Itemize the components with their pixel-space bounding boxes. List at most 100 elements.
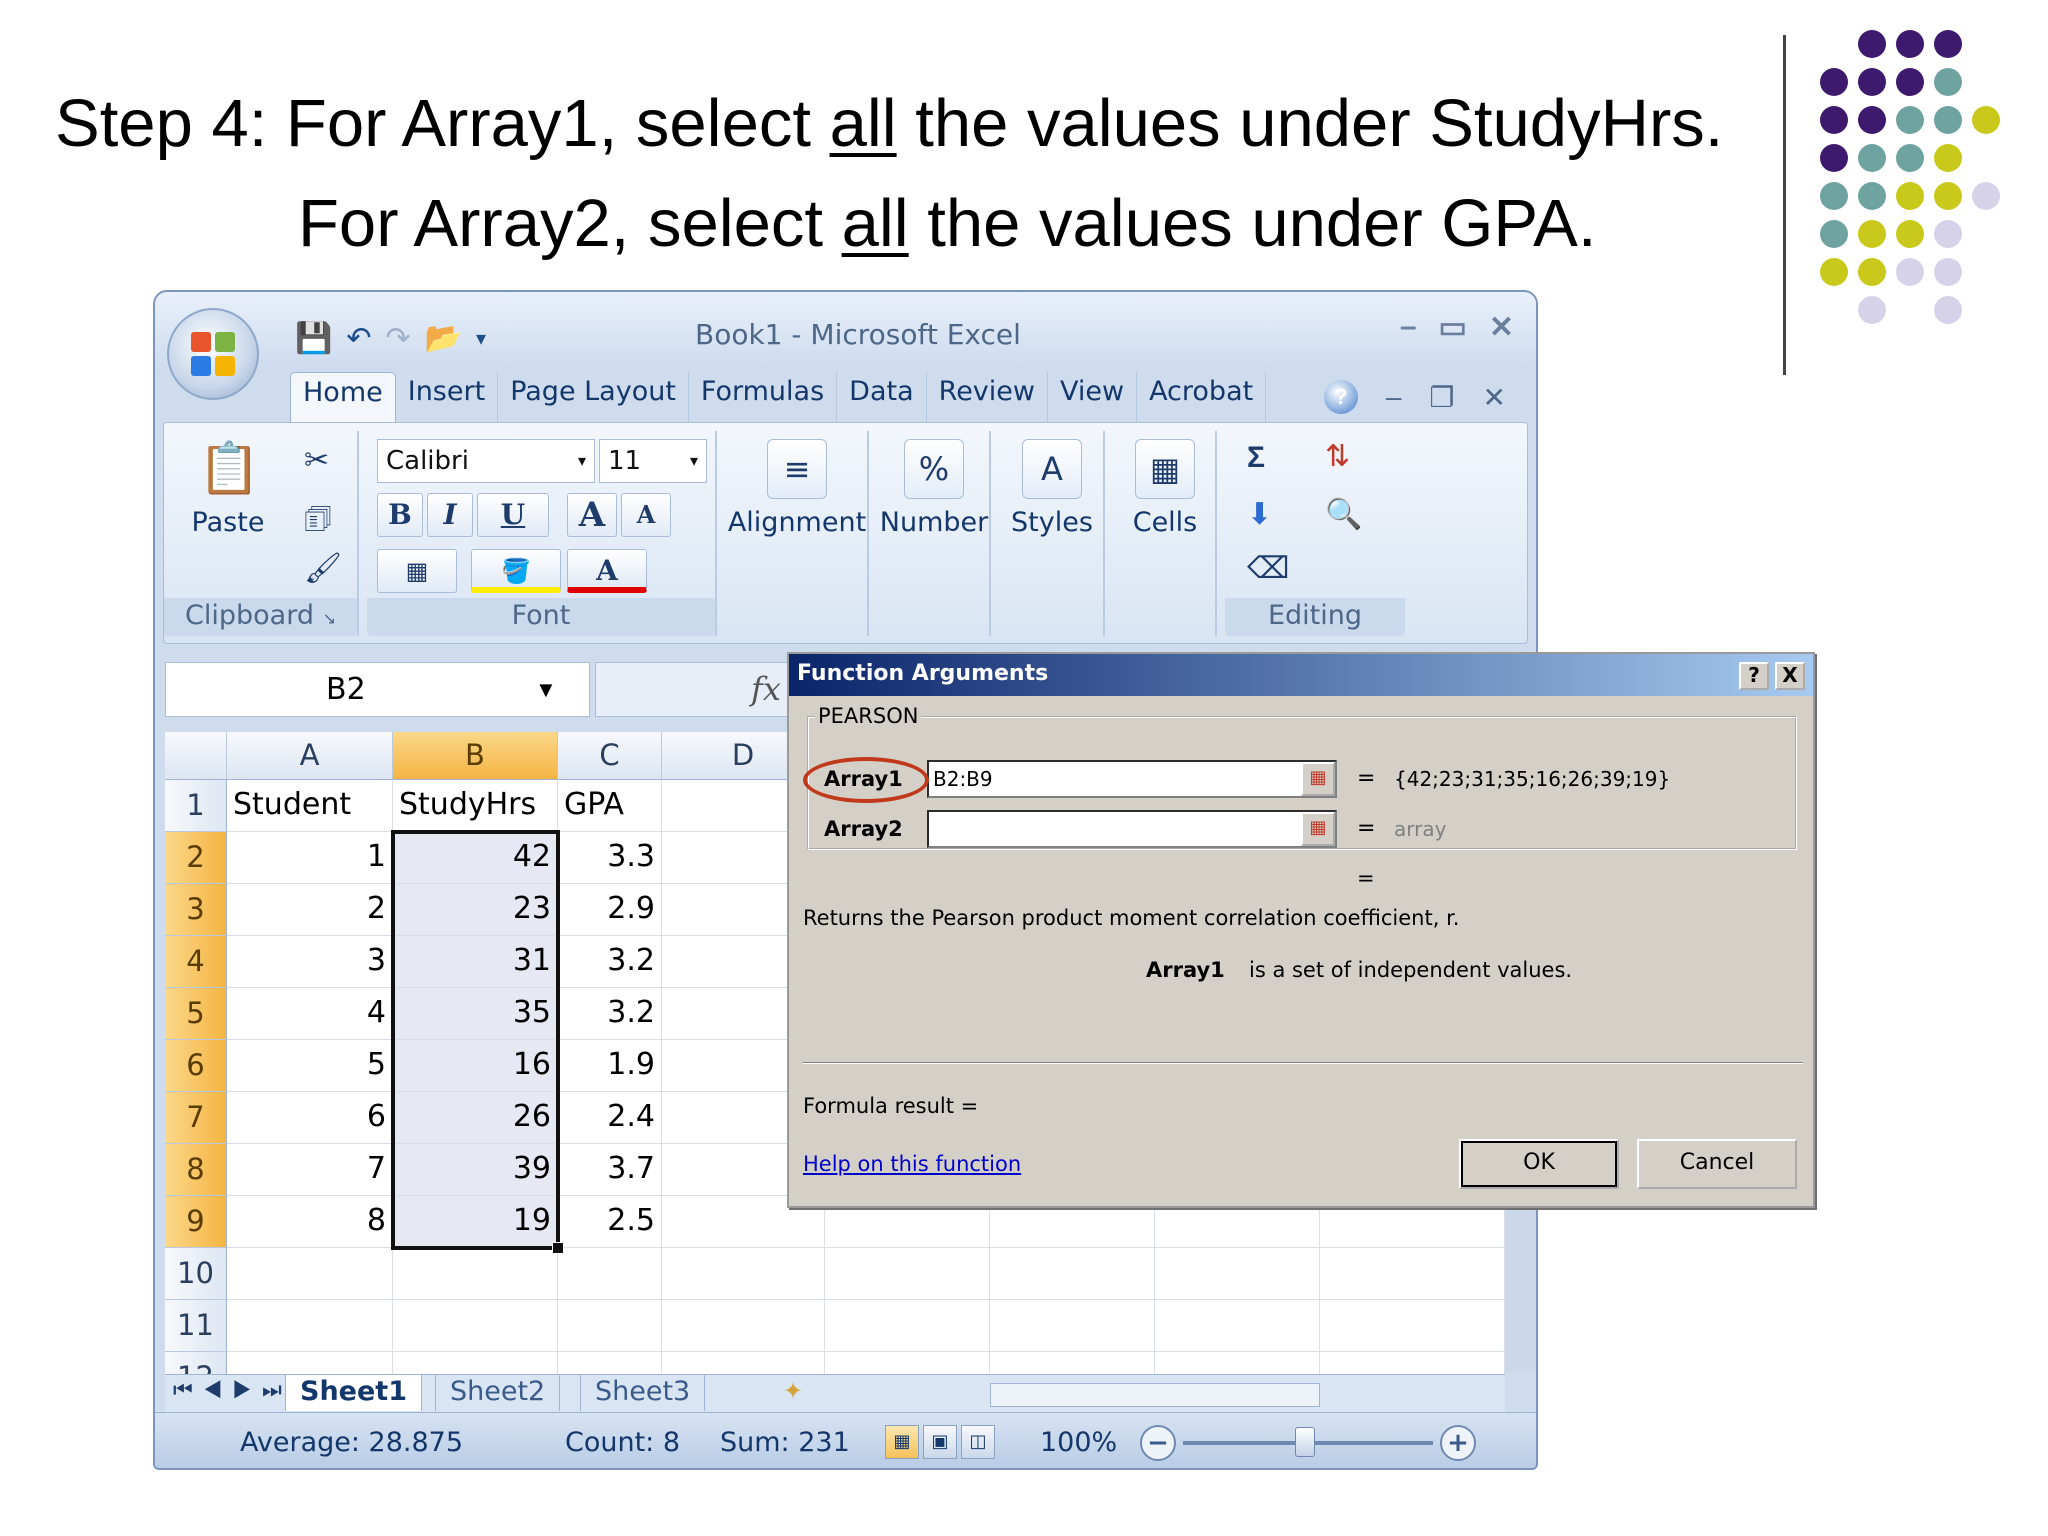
sheet-tab-sheet2[interactable]: Sheet2 <box>435 1375 561 1411</box>
cell-studyhrs[interactable]: 19 <box>393 1196 558 1248</box>
cell[interactable] <box>825 1300 990 1352</box>
collapse-dialog-icon[interactable]: ▦ <box>1301 762 1335 796</box>
fill-handle[interactable] <box>552 1242 564 1254</box>
select-all-corner[interactable] <box>165 732 227 780</box>
cell-gpa[interactable]: 1.9 <box>558 1040 662 1092</box>
undo-icon[interactable]: ↶ <box>346 321 371 356</box>
row-header-4[interactable]: 4 <box>165 936 227 988</box>
page-layout-view-icon[interactable]: ▣ <box>923 1425 957 1459</box>
tab-acrobat[interactable]: Acrobat <box>1137 372 1267 422</box>
font-name-select[interactable]: Calibri ▾ <box>377 439 595 483</box>
cell[interactable] <box>662 1248 825 1300</box>
row-header-9[interactable]: 9 <box>165 1196 227 1248</box>
sort-filter-icon[interactable]: ⇅ <box>1325 439 1350 474</box>
cell-studyhrs[interactable]: 42 <box>393 832 558 884</box>
cell[interactable] <box>1320 1300 1505 1352</box>
close-workbook-icon[interactable]: ✕ <box>1483 381 1506 414</box>
normal-view-icon[interactable]: ▦ <box>885 1425 919 1459</box>
dialog-launcher-icon[interactable]: ↘ <box>323 609 336 628</box>
cell[interactable] <box>662 1300 825 1352</box>
header-cell-gpa[interactable]: GPA <box>558 780 662 832</box>
cell[interactable] <box>558 1300 662 1352</box>
redo-icon[interactable]: ↷ <box>386 321 411 356</box>
cell-student[interactable]: 3 <box>227 936 393 988</box>
dialog-close-button[interactable]: X <box>1775 662 1805 690</box>
help-link[interactable]: Help on this function <box>803 1152 1021 1176</box>
fill-color-button[interactable]: 🪣 <box>471 549 561 593</box>
borders-button[interactable]: ▦ <box>377 549 457 593</box>
cell[interactable] <box>1155 1300 1320 1352</box>
row-header-3[interactable]: 3 <box>165 884 227 936</box>
tab-home[interactable]: Home <box>290 372 396 422</box>
cell-gpa[interactable]: 3.2 <box>558 936 662 988</box>
cell-gpa[interactable]: 3.7 <box>558 1144 662 1196</box>
row-header-7[interactable]: 7 <box>165 1092 227 1144</box>
array2-input[interactable] <box>927 810 1337 848</box>
cell-gpa[interactable]: 2.4 <box>558 1092 662 1144</box>
customize-toolbar-icon[interactable]: ▾ <box>476 326 486 351</box>
font-color-button[interactable]: A <box>567 549 647 593</box>
cell-studyhrs[interactable]: 35 <box>393 988 558 1040</box>
close-icon[interactable]: ✕ <box>1489 310 1514 345</box>
column-header-c[interactable]: C <box>558 732 662 780</box>
zoom-in-icon[interactable]: + <box>1440 1425 1476 1461</box>
row-header-1[interactable]: 1 <box>165 780 227 832</box>
row-header-11[interactable]: 11 <box>165 1300 227 1352</box>
copy-icon[interactable]: 🗊 <box>304 497 332 548</box>
tab-view[interactable]: View <box>1048 372 1138 422</box>
fill-icon[interactable]: ⬇ <box>1247 497 1272 532</box>
underline-button[interactable]: U <box>477 493 549 537</box>
horizontal-scrollbar[interactable] <box>990 1383 1320 1407</box>
cell-gpa[interactable]: 2.9 <box>558 884 662 936</box>
maximize-icon[interactable]: ▭ <box>1439 310 1467 345</box>
sheet-tab-sheet3[interactable]: Sheet3 <box>580 1375 706 1411</box>
font-size-select[interactable]: 11 ▾ <box>599 439 707 483</box>
array1-input[interactable]: B2:B9 <box>927 760 1337 798</box>
tab-page-layout[interactable]: Page Layout <box>498 372 689 422</box>
open-folder-icon[interactable]: 📂 <box>425 321 462 356</box>
cell[interactable] <box>558 1248 662 1300</box>
collapse-dialog-icon[interactable]: ▦ <box>1301 812 1335 846</box>
cell-studyhrs[interactable]: 16 <box>393 1040 558 1092</box>
format-painter-icon[interactable]: 🖌 <box>304 551 342 586</box>
cell[interactable] <box>990 1248 1155 1300</box>
ok-button[interactable]: OK <box>1459 1139 1619 1189</box>
sheet-tab-sheet1[interactable]: Sheet1 <box>285 1375 422 1411</box>
tab-insert[interactable]: Insert <box>396 372 499 422</box>
row-header-5[interactable]: 5 <box>165 988 227 1040</box>
cell-student[interactable]: 6 <box>227 1092 393 1144</box>
row-header-8[interactable]: 8 <box>165 1144 227 1196</box>
chevron-down-icon[interactable]: ▼ <box>535 677 557 703</box>
cell[interactable] <box>825 1248 990 1300</box>
cell-studyhrs[interactable]: 31 <box>393 936 558 988</box>
cell-student[interactable]: 7 <box>227 1144 393 1196</box>
insert-function-icon[interactable]: fx <box>751 670 781 708</box>
cell[interactable] <box>227 1300 393 1352</box>
sheet-nav-arrows-icon[interactable]: ⏮◀▶⏭ <box>173 1377 292 1403</box>
save-icon[interactable]: 💾 <box>295 321 332 356</box>
shrink-font-button[interactable]: A <box>621 493 671 537</box>
row-header-10[interactable]: 10 <box>165 1248 227 1300</box>
autosum-icon[interactable]: Σ <box>1247 441 1265 475</box>
italic-button[interactable]: I <box>427 493 473 537</box>
paste-button[interactable]: 📋 Paste <box>178 439 278 538</box>
find-select-icon[interactable]: 🔍 <box>1325 497 1362 532</box>
header-cell-studyhrs[interactable]: StudyHrs <box>393 780 558 832</box>
cell-student[interactable]: 1 <box>227 832 393 884</box>
cell-gpa[interactable]: 2.5 <box>558 1196 662 1248</box>
tab-formulas[interactable]: Formulas <box>689 372 838 422</box>
cell-student[interactable]: 2 <box>227 884 393 936</box>
dialog-help-button[interactable]: ? <box>1739 662 1769 690</box>
cell[interactable] <box>990 1300 1155 1352</box>
zoom-out-icon[interactable]: − <box>1140 1425 1176 1461</box>
cell[interactable] <box>1320 1248 1505 1300</box>
column-header-b[interactable]: B <box>393 732 558 780</box>
column-header-a[interactable]: A <box>227 732 393 780</box>
cell[interactable] <box>227 1248 393 1300</box>
office-button[interactable] <box>167 308 259 400</box>
grow-font-button[interactable]: A <box>567 493 617 537</box>
zoom-level[interactable]: 100% <box>1040 1427 1117 1458</box>
cell[interactable] <box>393 1248 558 1300</box>
cancel-button[interactable]: Cancel <box>1637 1139 1797 1189</box>
zoom-slider-knob[interactable] <box>1295 1427 1315 1457</box>
